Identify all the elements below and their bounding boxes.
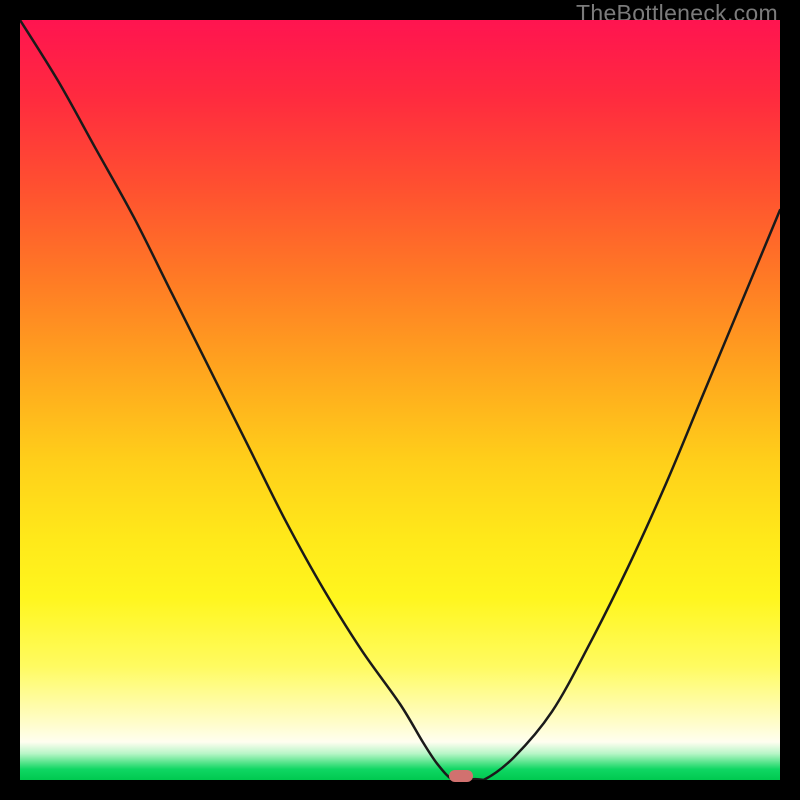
plot-area: [20, 20, 780, 780]
optimal-point-marker: [449, 770, 473, 782]
chart-frame: TheBottleneck.com: [0, 0, 800, 800]
bottleneck-curve: [20, 20, 780, 780]
